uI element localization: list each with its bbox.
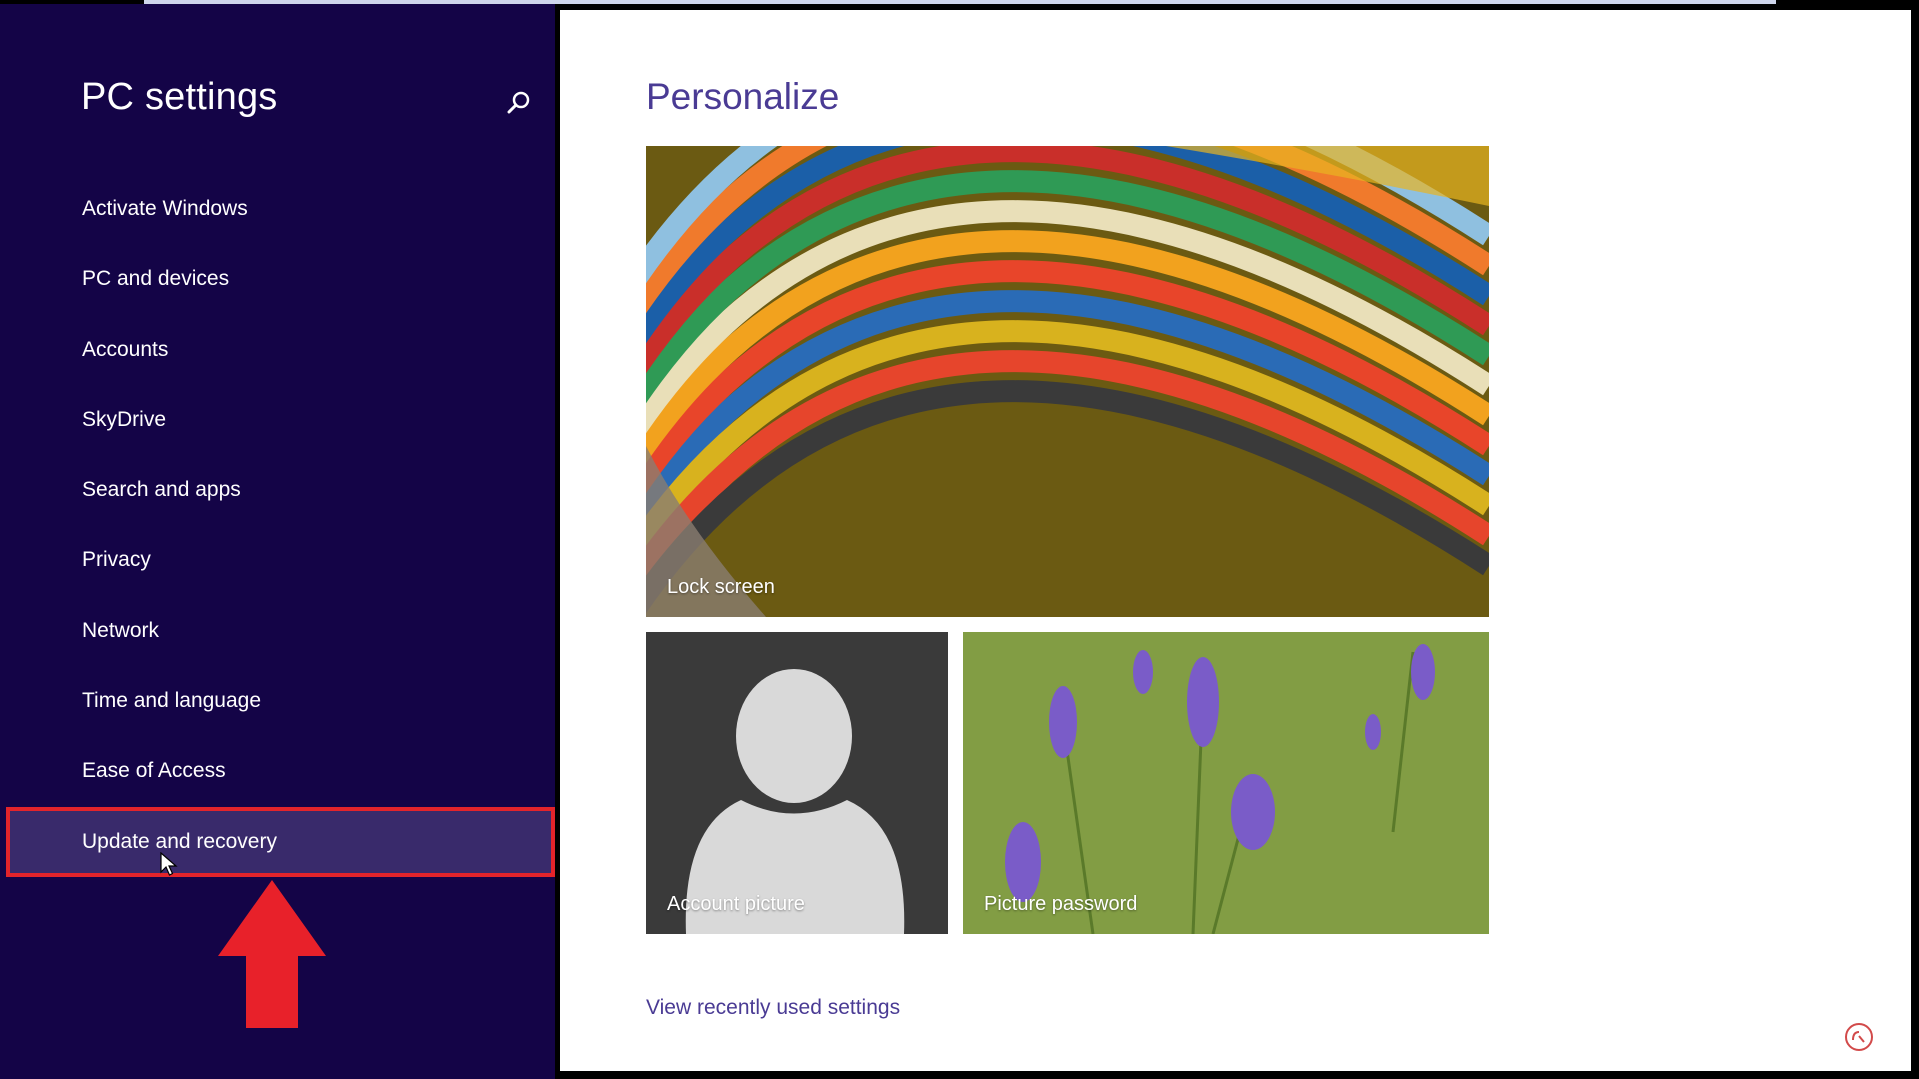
lock-screen-label: Lock screen — [667, 576, 775, 598]
sidebar-nav: Activate Windows PC and devices Accounts… — [0, 174, 555, 877]
watermark-logo-icon — [1845, 1023, 1873, 1051]
page-title: Personalize — [646, 76, 840, 117]
sidebar-item-skydrive[interactable]: SkyDrive — [0, 385, 555, 455]
sidebar-item-search-and-apps[interactable]: Search and apps — [0, 455, 555, 525]
lock-screen-image — [646, 146, 1489, 617]
sidebar-item-network[interactable]: Network — [0, 596, 555, 666]
user-silhouette-icon — [646, 632, 948, 934]
account-picture-tile[interactable]: Account picture — [646, 632, 948, 934]
sidebar-item-ease-of-access[interactable]: Ease of Access — [0, 736, 555, 806]
search-icon[interactable] — [506, 90, 532, 116]
mouse-pointer-icon — [160, 852, 178, 876]
red-arrow-up-icon — [218, 880, 326, 1028]
view-recent-settings-link[interactable]: View recently used settings — [646, 996, 900, 1020]
sidebar-item-pc-and-devices[interactable]: PC and devices — [0, 244, 555, 314]
sidebar-item-accounts[interactable]: Accounts — [0, 315, 555, 385]
sidebar-item-update-and-recovery[interactable]: Update and recovery — [6, 806, 555, 877]
main-panel: Personalize Lock screen Account picture … — [560, 10, 1911, 1071]
account-picture-label: Account picture — [667, 893, 805, 915]
lock-screen-tile[interactable]: Lock screen — [646, 146, 1489, 617]
sidebar: PC settings Activate Windows PC and devi… — [0, 4, 555, 1079]
picture-password-label: Picture password — [984, 893, 1138, 915]
sidebar-item-activate-windows[interactable]: Activate Windows — [0, 174, 555, 244]
sidebar-item-privacy[interactable]: Privacy — [0, 525, 555, 595]
picture-password-tile[interactable]: Picture password — [963, 632, 1489, 934]
sidebar-item-time-and-language[interactable]: Time and language — [0, 666, 555, 736]
lavender-image — [963, 632, 1489, 934]
sidebar-title: PC settings — [81, 76, 278, 118]
